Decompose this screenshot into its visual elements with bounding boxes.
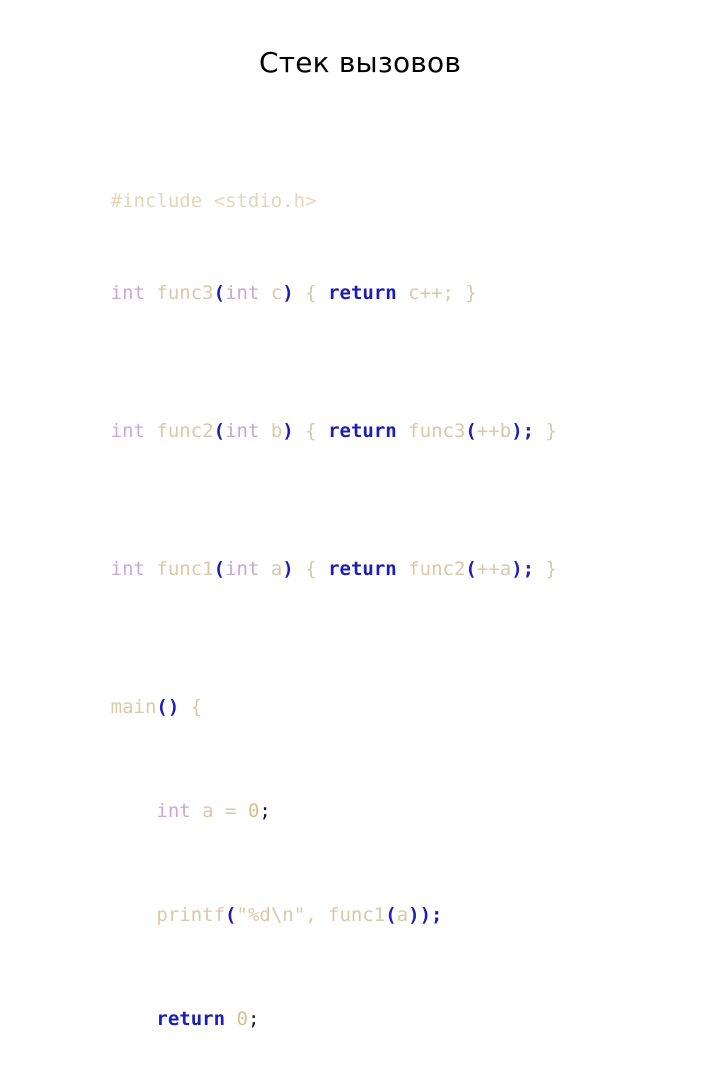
code-line-return-zero: return 0; (42, 985, 702, 1030)
code-token: { (305, 282, 317, 304)
code-token: { (305, 558, 317, 580)
code-token-number: 0 (236, 1008, 248, 1030)
code-token: ++a (476, 558, 512, 580)
code-token: a (396, 904, 409, 926)
code-token-return: return (328, 282, 397, 304)
code-token: ) (282, 558, 294, 580)
code-token: ( (465, 420, 477, 442)
code-token: c++; } (408, 282, 477, 304)
code-token: ) (282, 420, 294, 442)
code-token-return: return (156, 1008, 226, 1030)
code-token: c (259, 282, 283, 304)
code-token: int (110, 282, 145, 304)
code-token: func1 (156, 558, 214, 580)
code-token: } (545, 558, 557, 580)
code-token-string: "%d\n" (236, 904, 306, 926)
code-token-return: return (328, 420, 397, 442)
code-token: int (156, 800, 191, 822)
code-token: func3 (408, 420, 466, 442)
code-token: int (110, 558, 145, 580)
code-line-main: main() { (42, 673, 702, 718)
code-token: printf (156, 904, 226, 926)
code-line-func3: int func3(int c) { return c++; } (42, 259, 702, 304)
code-token: ); (511, 558, 535, 580)
code-token: { (190, 696, 203, 718)
code-token: { (305, 420, 317, 442)
code-token: int (225, 420, 260, 442)
code-token: , (305, 904, 329, 926)
code-token: ( (213, 420, 226, 442)
code-token: #include <stdio.h> (110, 190, 317, 212)
code-token: func1 (328, 904, 386, 926)
code-listing: #include <stdio.h> int func3(int c) { re… (42, 98, 702, 1080)
code-token: a = (190, 800, 248, 822)
code-token: ( (465, 558, 477, 580)
code-token: func3 (156, 282, 214, 304)
code-token: ( (385, 904, 397, 926)
code-token: )); (408, 904, 443, 926)
code-token: main (110, 696, 157, 718)
code-token: ); (511, 420, 535, 442)
code-token: ; (259, 800, 271, 822)
code-token: ++b (476, 420, 512, 442)
code-token: ( (213, 282, 226, 304)
code-token: func2 (156, 420, 214, 442)
code-token-number: 0 (247, 800, 260, 822)
slide-root: Стек вызовов #include <stdio.h> int func… (0, 0, 720, 1030)
code-token: ( (213, 558, 226, 580)
code-token: b (259, 420, 283, 442)
code-token: int (225, 282, 260, 304)
code-token: ( (225, 904, 237, 926)
code-token: a (259, 558, 283, 580)
code-token: ; (247, 1008, 260, 1030)
code-token: () (156, 696, 180, 718)
code-line-func2: int func2(int b) { return func3(++b); } (42, 397, 702, 442)
code-token: func2 (408, 558, 466, 580)
page-title: Стек вызовов (258, 46, 462, 79)
code-token: } (545, 420, 557, 442)
code-line-printf: printf("%d\n", func1(a)); (42, 881, 702, 926)
code-line-func1: int func1(int a) { return func2(++a); } (42, 535, 702, 580)
code-token-return: return (328, 558, 397, 580)
code-token: int (110, 420, 145, 442)
code-token: ) (282, 282, 294, 304)
code-line-int-a: int a = 0; (42, 777, 702, 822)
code-line-include: #include <stdio.h> (42, 167, 702, 212)
code-token: int (225, 558, 260, 580)
